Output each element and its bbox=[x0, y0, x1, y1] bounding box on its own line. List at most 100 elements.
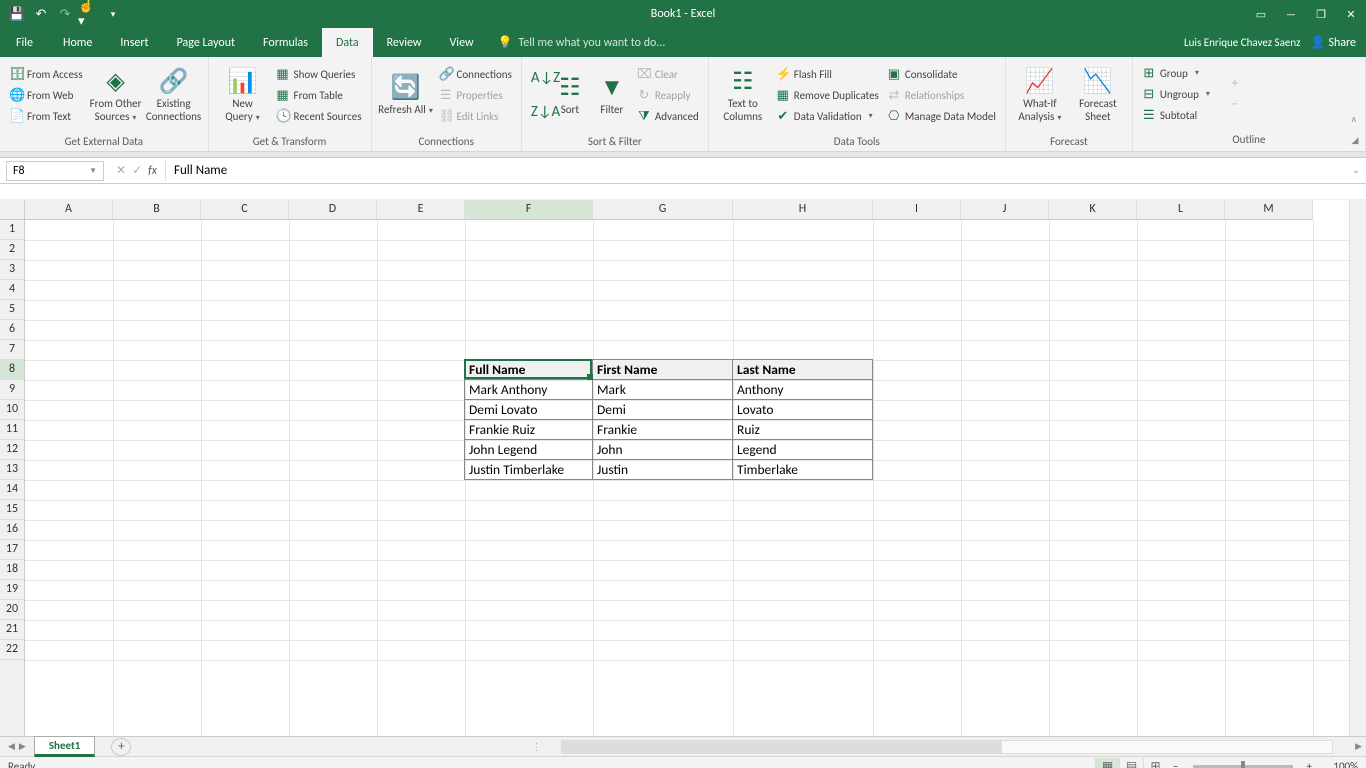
column-header-B[interactable]: B bbox=[113, 200, 201, 219]
cancel-formula-icon[interactable]: ✕ bbox=[116, 163, 126, 178]
column-header-G[interactable]: G bbox=[593, 200, 733, 219]
row-header-17[interactable]: 17 bbox=[0, 540, 24, 560]
connections-button[interactable]: 🔗Connections bbox=[436, 64, 515, 84]
prev-sheet-icon[interactable]: ◀ bbox=[8, 741, 15, 752]
manage-data-model-button[interactable]: ⎔Manage Data Model bbox=[884, 106, 999, 126]
filter-button[interactable]: ▼Filter bbox=[592, 62, 632, 128]
vertical-scrollbar[interactable] bbox=[1349, 200, 1366, 736]
tab-home[interactable]: Home bbox=[49, 28, 106, 57]
row-header-15[interactable]: 15 bbox=[0, 500, 24, 520]
hide-detail-button[interactable]: − bbox=[1225, 95, 1245, 115]
undo-icon[interactable]: ↶ bbox=[30, 3, 52, 25]
save-icon[interactable]: 💾 bbox=[6, 3, 28, 25]
tab-page-layout[interactable]: Page Layout bbox=[163, 28, 249, 57]
consolidate-button[interactable]: ▣Consolidate bbox=[884, 64, 999, 84]
zoom-out-button[interactable]: − bbox=[1167, 760, 1184, 768]
flash-fill-button[interactable]: ⚡Flash Fill bbox=[773, 64, 882, 84]
reapply-button[interactable]: ↻Reapply bbox=[634, 85, 702, 105]
tell-me-search[interactable]: 💡 Tell me what you want to do... bbox=[488, 28, 666, 57]
remove-duplicates-button[interactable]: ▦Remove Duplicates bbox=[773, 85, 882, 105]
refresh-all-button[interactable]: 🔄Refresh All▾ bbox=[378, 62, 434, 128]
outline-dialog-launcher[interactable]: ◢ bbox=[1348, 135, 1362, 149]
page-break-view-button[interactable]: ⊞ bbox=[1143, 758, 1167, 768]
table-cell[interactable]: Ruiz bbox=[732, 419, 873, 440]
sort-desc-button[interactable]: Z↓A bbox=[528, 99, 548, 125]
user-name[interactable]: Luis Enrique Chavez Saenz bbox=[1184, 36, 1300, 49]
normal-view-button[interactable]: ▦ bbox=[1095, 758, 1119, 768]
row-header-22[interactable]: 22 bbox=[0, 640, 24, 660]
minimize-icon[interactable]: — bbox=[1276, 3, 1306, 25]
collapse-ribbon-button[interactable]: ʌ bbox=[1348, 108, 1359, 128]
column-header-K[interactable]: K bbox=[1049, 200, 1137, 219]
table-cell[interactable]: Mark bbox=[592, 379, 733, 400]
from-web-button[interactable]: 🌐From Web bbox=[6, 85, 86, 105]
subtotal-button[interactable]: ☰Subtotal bbox=[1139, 105, 1213, 125]
row-header-14[interactable]: 14 bbox=[0, 480, 24, 500]
sort-button[interactable]: ☷Sort bbox=[550, 62, 590, 128]
edit-links-button[interactable]: ⛓Edit Links bbox=[436, 106, 515, 126]
scrollbar-thumb[interactable] bbox=[562, 741, 1002, 753]
zoom-level[interactable]: 100% bbox=[1318, 760, 1358, 768]
group-button[interactable]: ⊞Group ▾ bbox=[1139, 63, 1213, 83]
row-header-11[interactable]: 11 bbox=[0, 420, 24, 440]
row-header-19[interactable]: 19 bbox=[0, 580, 24, 600]
data-validation-button[interactable]: ✔Data Validation ▾ bbox=[773, 106, 882, 126]
enter-formula-icon[interactable]: ✓ bbox=[132, 163, 142, 178]
ungroup-button[interactable]: ⊟Ungroup ▾ bbox=[1139, 84, 1213, 104]
sheet-tab-sheet1[interactable]: Sheet1 bbox=[34, 736, 96, 757]
column-header-C[interactable]: C bbox=[201, 200, 289, 219]
expand-formula-bar-icon[interactable]: ⌄ bbox=[1346, 165, 1366, 176]
add-sheet-button[interactable]: + bbox=[111, 738, 131, 756]
tab-formulas[interactable]: Formulas bbox=[249, 28, 322, 57]
clear-button[interactable]: ⌧Clear bbox=[634, 64, 702, 84]
zoom-in-button[interactable]: + bbox=[1301, 760, 1318, 768]
tab-data[interactable]: Data bbox=[322, 28, 373, 57]
table-cell[interactable]: Demi Lovato bbox=[464, 399, 593, 420]
from-text-button[interactable]: 📄From Text bbox=[6, 106, 86, 126]
from-other-sources-button[interactable]: ◈From Other Sources▾ bbox=[88, 62, 144, 128]
table-cell[interactable]: Frankie Ruiz bbox=[464, 419, 593, 440]
table-cell[interactable]: John bbox=[592, 439, 733, 460]
column-header-L[interactable]: L bbox=[1137, 200, 1225, 219]
row-header-12[interactable]: 12 bbox=[0, 440, 24, 460]
row-header-16[interactable]: 16 bbox=[0, 520, 24, 540]
name-box[interactable]: F8 ▼ bbox=[6, 161, 104, 181]
row-header-20[interactable]: 20 bbox=[0, 600, 24, 620]
tab-file[interactable]: File bbox=[0, 28, 49, 57]
tab-insert[interactable]: Insert bbox=[106, 28, 162, 57]
select-all-corner[interactable] bbox=[0, 200, 25, 220]
table-header-cell[interactable]: First Name bbox=[592, 359, 733, 380]
spreadsheet[interactable]: ABCDEFGHIJKLM 12345678910111213141516171… bbox=[0, 200, 1366, 736]
column-header-E[interactable]: E bbox=[377, 200, 465, 219]
table-header-cell[interactable]: Last Name bbox=[732, 359, 873, 380]
show-queries-button[interactable]: ▦Show Queries bbox=[273, 64, 365, 84]
table-header-cell[interactable]: Full Name bbox=[464, 359, 593, 380]
column-header-D[interactable]: D bbox=[289, 200, 377, 219]
row-header-2[interactable]: 2 bbox=[0, 240, 24, 260]
horizontal-scrollbar[interactable] bbox=[561, 740, 1333, 754]
close-icon[interactable]: ✕ bbox=[1336, 3, 1366, 25]
forecast-sheet-button[interactable]: 📉Forecast Sheet bbox=[1070, 62, 1126, 128]
chevron-down-icon[interactable]: ▼ bbox=[89, 166, 97, 176]
table-cell[interactable]: Demi bbox=[592, 399, 733, 420]
recent-sources-button[interactable]: 🕓Recent Sources bbox=[273, 106, 365, 126]
existing-connections-button[interactable]: 🔗Existing Connections bbox=[146, 62, 202, 128]
from-access-button[interactable]: 🗄From Access bbox=[6, 64, 86, 84]
table-cell[interactable]: Legend bbox=[732, 439, 873, 460]
column-header-I[interactable]: I bbox=[873, 200, 961, 219]
ribbon-options-icon[interactable]: ▭ bbox=[1246, 3, 1276, 25]
maximize-icon[interactable]: ❐ bbox=[1306, 3, 1336, 25]
column-header-M[interactable]: M bbox=[1225, 200, 1313, 219]
row-header-18[interactable]: 18 bbox=[0, 560, 24, 580]
row-header-5[interactable]: 5 bbox=[0, 300, 24, 320]
new-query-button[interactable]: 📊New Query▾ bbox=[215, 62, 271, 128]
column-header-F[interactable]: F bbox=[465, 200, 593, 219]
properties-button[interactable]: ☰Properties bbox=[436, 85, 515, 105]
row-header-10[interactable]: 10 bbox=[0, 400, 24, 420]
page-layout-view-button[interactable]: ▤ bbox=[1119, 758, 1143, 768]
scroll-right-icon[interactable]: ▶ bbox=[1351, 741, 1366, 752]
share-button[interactable]: 👤 Share bbox=[1310, 35, 1356, 50]
table-cell[interactable]: Mark Anthony bbox=[464, 379, 593, 400]
sort-asc-button[interactable]: A↓Z bbox=[528, 65, 548, 91]
fx-icon[interactable]: fx bbox=[148, 164, 157, 178]
